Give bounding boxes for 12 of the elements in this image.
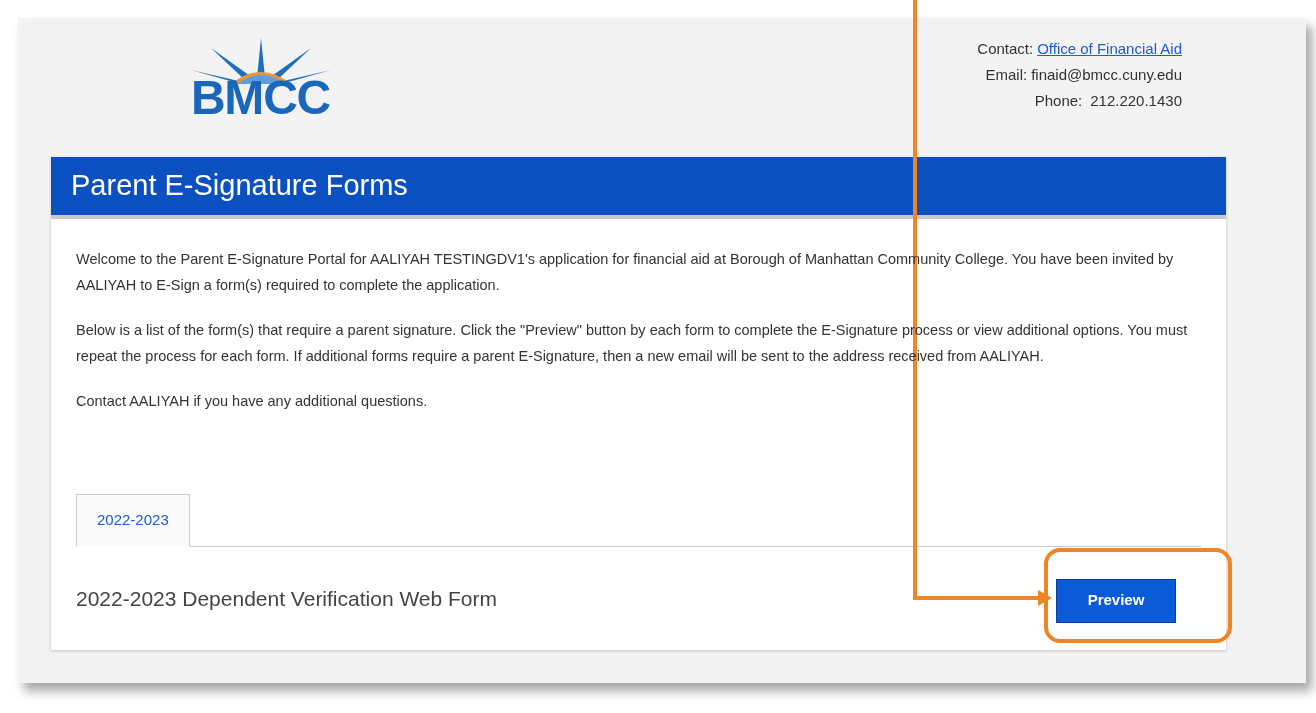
year-tab[interactable]: 2022-2023	[76, 494, 190, 547]
preview-button[interactable]: Preview	[1056, 578, 1176, 623]
email-label: Email:	[985, 65, 1028, 85]
email-text: finaid@bmcc.cuny.edu	[1031, 65, 1182, 85]
page-title: Parent E-Signature Forms	[71, 168, 408, 204]
phone-label: Phone:	[1034, 91, 1083, 111]
intro-paragraph: Contact AALIYAH if you have any additional questions.	[76, 392, 429, 411]
logo-text: BMCC	[190, 78, 331, 118]
form-title: 2022-2023 Dependent Verification Web Form	[76, 585, 498, 612]
phone-text: 212.220.1430	[1090, 91, 1182, 111]
office-link[interactable]: Office of Financial Aid	[1037, 36, 1182, 62]
contact-label: Contact:	[977, 39, 1034, 59]
